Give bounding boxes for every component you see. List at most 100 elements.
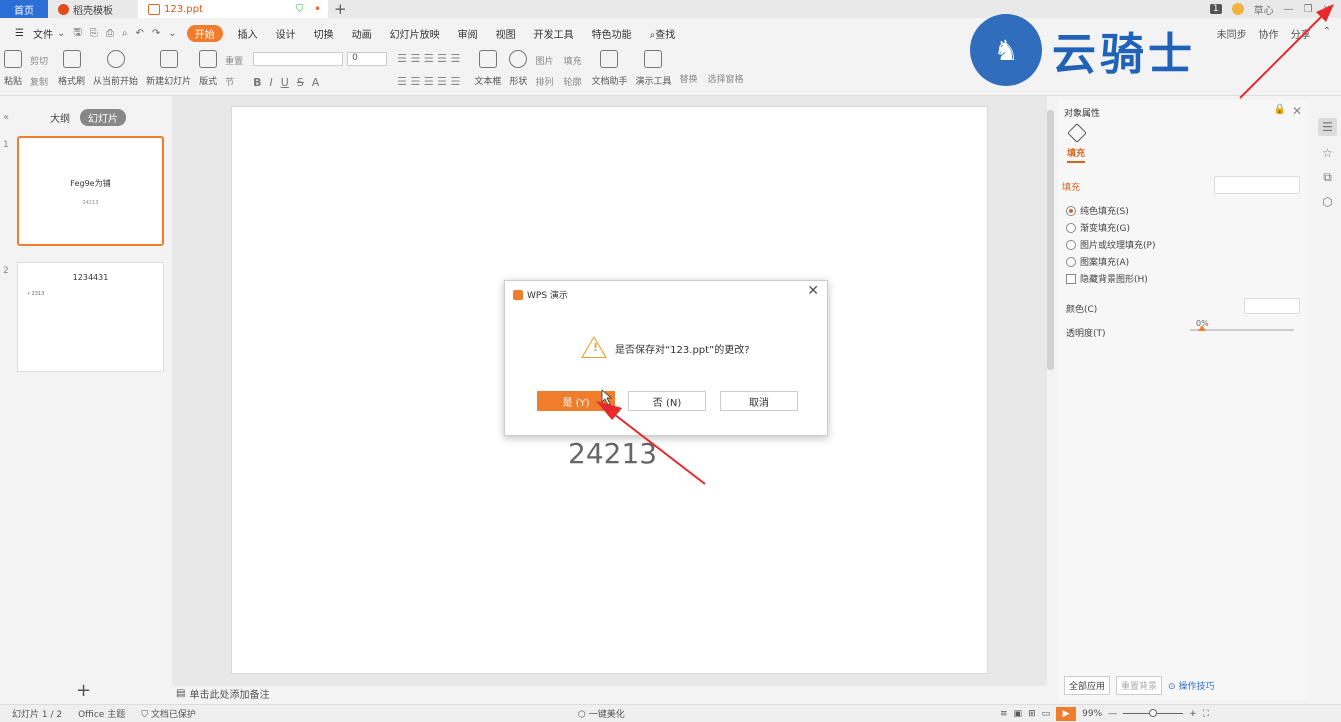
zoom-slider[interactable]	[1123, 709, 1184, 717]
menu-tab-slideshow[interactable]: 幻灯片放映	[381, 26, 449, 41]
scrollbar-thumb[interactable]	[1047, 110, 1054, 370]
minimize-icon[interactable]: —	[1284, 4, 1294, 15]
tab-home[interactable]: 首页	[0, 0, 48, 18]
dialog-close-icon[interactable]: ✕	[807, 283, 819, 299]
section-button[interactable]: 节	[225, 75, 243, 88]
replace-button[interactable]: 替换	[680, 72, 698, 85]
collapse-panel-icon[interactable]: «	[3, 112, 9, 123]
font-name-input[interactable]	[253, 52, 344, 66]
notes-area[interactable]: ▤ 单击此处添加备注	[176, 686, 269, 701]
zoom-knob[interactable]	[1149, 709, 1158, 717]
export-icon[interactable]: ⎘	[86, 28, 102, 39]
share-button[interactable]: 分享	[1291, 26, 1311, 41]
option-gradient-fill[interactable]: 渐变填充(G)	[1066, 221, 1130, 234]
normal-view-icon[interactable]: ▣	[1014, 709, 1023, 719]
tab-template[interactable]: 稻壳模板	[48, 0, 138, 18]
slide-thumbnail-2[interactable]: 1234431 • 2313	[17, 262, 164, 372]
from-start-button[interactable]: 从当前开始	[93, 46, 138, 87]
shape-button[interactable]: 形状	[509, 46, 527, 87]
arrange-button[interactable]: 排列	[535, 75, 553, 88]
preview-icon[interactable]: ⌕	[118, 28, 132, 39]
menu-tab-home[interactable]: 开始	[186, 24, 223, 42]
reading-view-icon[interactable]: ▭	[1042, 709, 1051, 719]
star-icon[interactable]: ☆	[1322, 146, 1333, 160]
redo-icon[interactable]: ↷	[148, 28, 164, 39]
menu-search[interactable]: ⌕查找	[641, 26, 685, 41]
option-pattern-fill[interactable]: 图案填充(A)	[1066, 255, 1129, 268]
layout-button[interactable]: 版式	[199, 46, 217, 87]
menu-tab-review[interactable]: 审阅	[449, 26, 487, 41]
menu-icon[interactable]: ☰	[6, 28, 33, 39]
bold-icon[interactable]: B	[253, 76, 261, 89]
cut-button[interactable]: 剪切	[30, 54, 48, 67]
print-icon[interactable]: ⎙	[102, 28, 118, 39]
reset-button[interactable]: 重置	[225, 54, 243, 67]
doc-protected[interactable]: ⛉ 文档已保护	[133, 707, 204, 720]
zoom-out-icon[interactable]: —	[1108, 709, 1117, 719]
tab-outline[interactable]: 大纲	[50, 110, 70, 125]
bullet-list-icon[interactable]: ☰ ☰ ☰ ☰ ☰	[397, 52, 460, 65]
no-button[interactable]: 否 (N)	[628, 391, 706, 411]
dropdown-chevron-icon[interactable]: ⌄	[53, 28, 69, 39]
undo-icon[interactable]: ↶	[132, 28, 148, 39]
fit-window-icon[interactable]: ⛶	[1203, 709, 1209, 719]
beautify-button[interactable]: ⬡ 一键美化	[578, 707, 625, 720]
canvas-scrollbar[interactable]	[1047, 100, 1055, 680]
fill-dropdown[interactable]	[1214, 176, 1300, 194]
collapse-ribbon-icon[interactable]: ⌃	[1323, 26, 1331, 41]
restore-icon[interactable]: ❐	[1304, 4, 1313, 15]
customize-icon[interactable]: ⌄	[164, 28, 180, 39]
cancel-button[interactable]: 取消	[720, 391, 798, 411]
zoom-value[interactable]: 99%	[1082, 709, 1102, 719]
tab-slides[interactable]: 幻灯片	[80, 108, 126, 126]
menu-file[interactable]: 文件	[33, 26, 53, 41]
doc-helper-button[interactable]: 文档助手	[591, 46, 627, 87]
picture-button[interactable]: 图片	[535, 54, 553, 67]
add-slide-icon[interactable]: +	[76, 680, 91, 701]
tips-link[interactable]: ⊙ 操作技巧	[1168, 679, 1214, 692]
new-slide-button[interactable]: 新建幻灯片	[146, 46, 191, 87]
menu-tab-insert[interactable]: 插入	[229, 26, 267, 41]
tab-fill[interactable]: 填充	[1067, 146, 1086, 163]
format-painter-button[interactable]: 格式刷	[58, 46, 85, 87]
copy-icon[interactable]: ⧉	[1323, 170, 1332, 185]
reset-background-button[interactable]: 重置背景	[1116, 676, 1163, 695]
save-icon[interactable]: 🖫	[69, 25, 86, 42]
align-icon[interactable]: ☰ ☰ ☰ ☰ ☰	[397, 75, 460, 88]
font-color-icon[interactable]: A	[312, 76, 320, 89]
theme-name[interactable]: Office 主题	[70, 707, 133, 720]
property-panel-title[interactable]: 对象属性	[1064, 106, 1100, 119]
menu-tab-features[interactable]: 特色功能	[583, 26, 641, 41]
menu-tab-design[interactable]: 设计	[267, 26, 305, 41]
slide-text[interactable]: 24213	[568, 437, 657, 470]
zoom-in-icon[interactable]: +	[1189, 709, 1197, 719]
tab-document[interactable]: 123.ppt ⛉ •	[138, 0, 328, 18]
cube-icon[interactable]: ⬡	[1322, 195, 1332, 209]
yes-button[interactable]: 是 (Y)	[537, 391, 615, 411]
menu-tab-animation[interactable]: 动画	[343, 26, 381, 41]
slide-thumbnail-1[interactable]: Feg9e为铺 24213	[17, 136, 164, 246]
font-size-input[interactable]: 0	[347, 52, 388, 66]
underline-icon[interactable]: U	[281, 76, 289, 89]
outline-button[interactable]: 轮廓	[563, 75, 581, 88]
textbox-button[interactable]: 文本框	[474, 46, 501, 87]
sorter-view-icon[interactable]: ⊞	[1028, 709, 1036, 719]
slider-knob[interactable]	[1198, 325, 1206, 331]
apply-all-button[interactable]: 全部应用	[1064, 676, 1111, 695]
menu-tab-transition[interactable]: 切换	[305, 26, 343, 41]
fill-section-label[interactable]: 填充	[1062, 180, 1080, 193]
close-window-icon[interactable]: ✕	[1323, 4, 1331, 15]
option-solid-fill[interactable]: 纯色填充(S)	[1066, 204, 1129, 217]
transparency-slider[interactable]	[1190, 325, 1294, 331]
option-picture-fill[interactable]: 图片或纹理填充(P)	[1066, 238, 1155, 251]
select-pane-button[interactable]: 选择窗格	[708, 72, 744, 85]
present-tools-button[interactable]: 演示工具	[635, 46, 672, 87]
fill-button[interactable]: 填充	[563, 54, 581, 67]
option-hide-background[interactable]: 隐藏背景图形(H)	[1066, 272, 1148, 285]
close-panel-icon[interactable]: ✕	[1292, 104, 1302, 118]
notes-toggle-icon[interactable]: ≡	[1000, 709, 1008, 719]
menu-tab-developer[interactable]: 开发工具	[525, 26, 583, 41]
lock-icon[interactable]: 🔒	[1274, 104, 1286, 115]
strikethrough-icon[interactable]: S	[297, 76, 304, 89]
new-tab-button[interactable]: +	[328, 0, 352, 18]
